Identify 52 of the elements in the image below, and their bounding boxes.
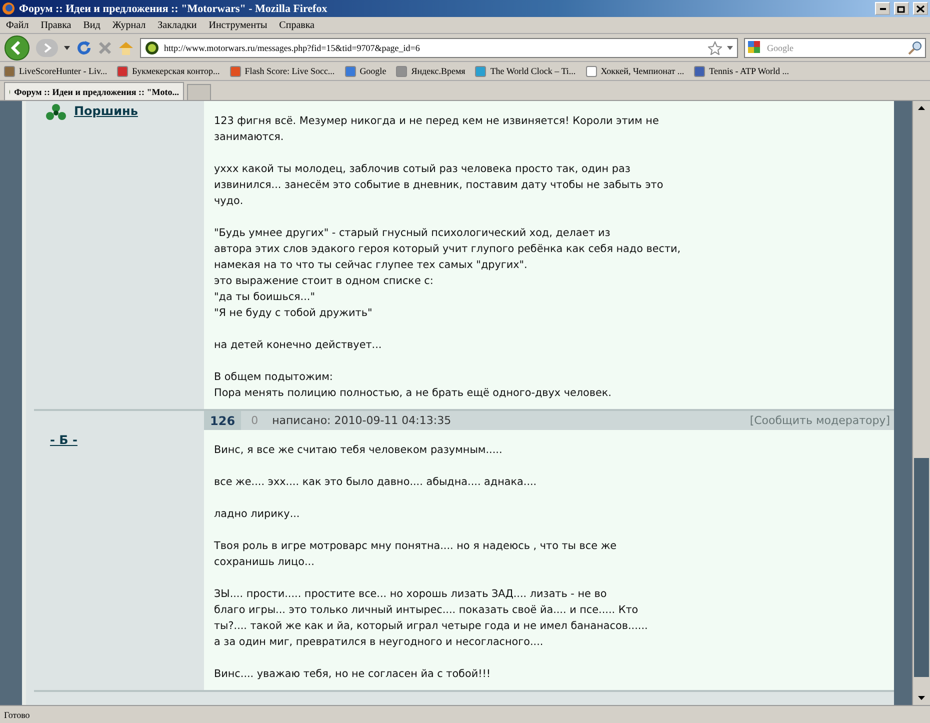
up-arrow-icon[interactable] (918, 106, 925, 110)
post-paragraph: все же.... эхх.... как это было давно.... абыдна.... аднака.... (214, 475, 538, 490)
down-arrow-icon[interactable] (918, 696, 925, 700)
post-rating: 0 (250, 414, 260, 427)
bookmark-item[interactable]: The World Clock – Ti... (475, 66, 576, 76)
post-paragraph: уххх какой ты молодец, заблочив сотый раз человека просто так, один раз извинился... занесём это событие в дневник, поставим дату чтобы не забыть это чудо. (214, 162, 664, 209)
menu-item[interactable]: Файл (6, 20, 29, 30)
minimize-icon (880, 8, 886, 10)
bookmark-item[interactable]: Яндекс.Время (396, 66, 466, 76)
post-paragraph: ЗЫ.... прости..... простите все... но хорошь лизать ЗАД.... лизать - не во благо игры... это только личный интырес.... показать своё йа.... и псе..... Кто ты?.... такой же как и йа, который играл четыре года и не имел бананасов...... а за один миг, превратился в неугодного и несогласного.... (214, 587, 649, 650)
bookmark-item[interactable]: LiveScoreHunter - Liv... (4, 66, 108, 76)
post-paragraph: ладно лирику... (214, 507, 301, 522)
author-link[interactable]: Поршинь (74, 104, 138, 118)
close-button[interactable] (913, 2, 928, 15)
minimize-button[interactable] (875, 2, 890, 15)
menu-item[interactable]: Правка (40, 20, 72, 30)
browser-tab[interactable]: Форум :: Идеи и предложения :: "Moto... (4, 82, 184, 100)
bookmark-item[interactable]: Букмекерская контор... (117, 66, 220, 76)
post-paragraph: Винс, я все же считаю тебя человеком разумным..... (214, 443, 504, 458)
post-paragraph: Твоя роль в игре мотроварс мну понятна.... но я надеюсь , что ты все же сохранишь лицо... (214, 539, 618, 570)
post-paragraph: "Будь умнее других" - старый гнусный психологический ход, делает из автора этих слов эдакого героя который учит глупого ребёнка как себя надо вести, намекая на то что ты сейчас глупее тех самых "других". это выражение стоит в одном списке с: "да ты боишься..." "Я не буду с тобой дружить" (214, 226, 682, 321)
author-link[interactable]: - Б - (50, 433, 78, 447)
post-date: написано: 2010-09-11 04:13:35 (272, 414, 452, 427)
bookmark-item[interactable]: Flash Score: Live Socc... (230, 66, 335, 76)
search-icon[interactable] (908, 40, 922, 54)
menu-item[interactable]: Инструменты (208, 20, 268, 30)
post-paragraph: 123 фигня всё. Мезумер никогда и не перед кем не извиняется! Короли этим не занимаются. (214, 114, 660, 145)
menu-item[interactable]: Вид (83, 20, 100, 30)
close-icon (916, 4, 925, 12)
bookmark-item[interactable]: Хоккей, Чемпионат ... (586, 66, 684, 76)
scrollbar[interactable] (912, 101, 930, 705)
dropdown-icon[interactable] (64, 46, 70, 50)
firefox-icon (2, 2, 15, 15)
reload-icon[interactable] (76, 40, 92, 56)
search-field[interactable]: Google (744, 38, 926, 58)
status-text: Готово (4, 710, 30, 720)
bookmark-item[interactable]: Google (344, 66, 386, 76)
bookmark-item[interactable]: Tennis - ATP World ... (694, 66, 790, 76)
menu-item[interactable]: Журнал (112, 20, 146, 30)
restore-button[interactable] (894, 2, 909, 15)
menu-item[interactable]: Справка (279, 20, 314, 30)
post-paragraph: на детей конечно действует... (214, 338, 383, 353)
menu-item[interactable]: Закладки (158, 20, 197, 30)
window-title: Форум :: Идеи и предложения :: "Motorwars" - Mozilla Firefox (19, 2, 328, 14)
back-button[interactable] (4, 34, 30, 60)
address-field[interactable]: http://www.motorwars.ru/messages.php?fid=15&tid=9707&page_id=6 (140, 38, 738, 58)
restore-icon (897, 4, 906, 12)
post-paragraph: В общем подытожим: Пора менять полицию полностью, а не брать ещё одного-двух человек. (214, 370, 612, 401)
post-number: 126 (204, 411, 242, 430)
star-icon[interactable] (708, 40, 722, 54)
dropdown-icon[interactable] (727, 46, 733, 50)
post-paragraph: Винс.... уважаю тебя, но не согласен йа с тобой!!! (214, 667, 492, 682)
